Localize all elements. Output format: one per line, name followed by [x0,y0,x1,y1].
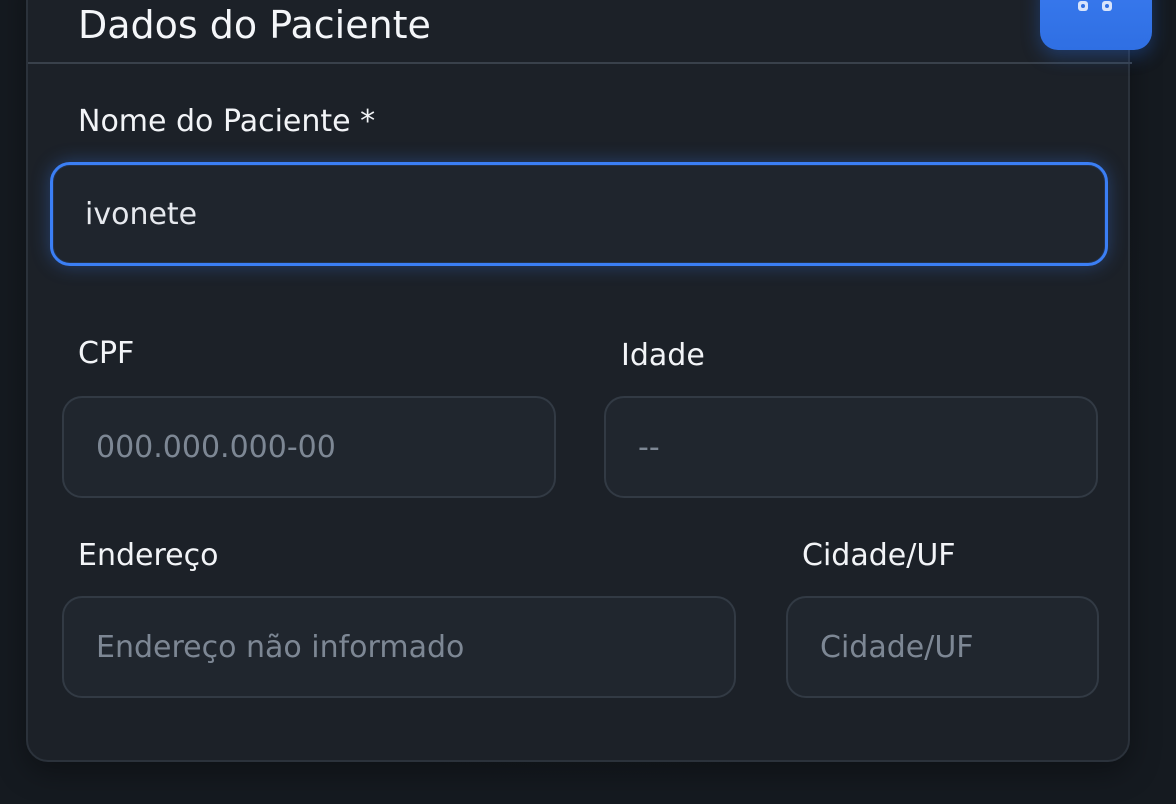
patient-name-input[interactable] [50,162,1108,266]
grid-icon [1078,1,1088,11]
address-label: Endereço [78,538,219,573]
cpf-label: CPF [78,336,135,371]
address-input[interactable] [62,596,736,698]
card-header: Dados do Paciente [28,2,1132,64]
cpf-input[interactable] [62,396,556,498]
corner-action-button[interactable] [1040,0,1152,50]
city-label: Cidade/UF [802,538,956,573]
card-title: Dados do Paciente [78,3,431,47]
patient-name-label: Nome do Paciente * [78,104,376,139]
age-input[interactable] [604,396,1098,498]
grid-icon-dot [1102,1,1112,11]
patient-data-card: Dados do Paciente Nome do Paciente * CPF… [26,0,1132,762]
age-label: Idade [621,338,705,373]
city-input[interactable] [786,596,1099,698]
